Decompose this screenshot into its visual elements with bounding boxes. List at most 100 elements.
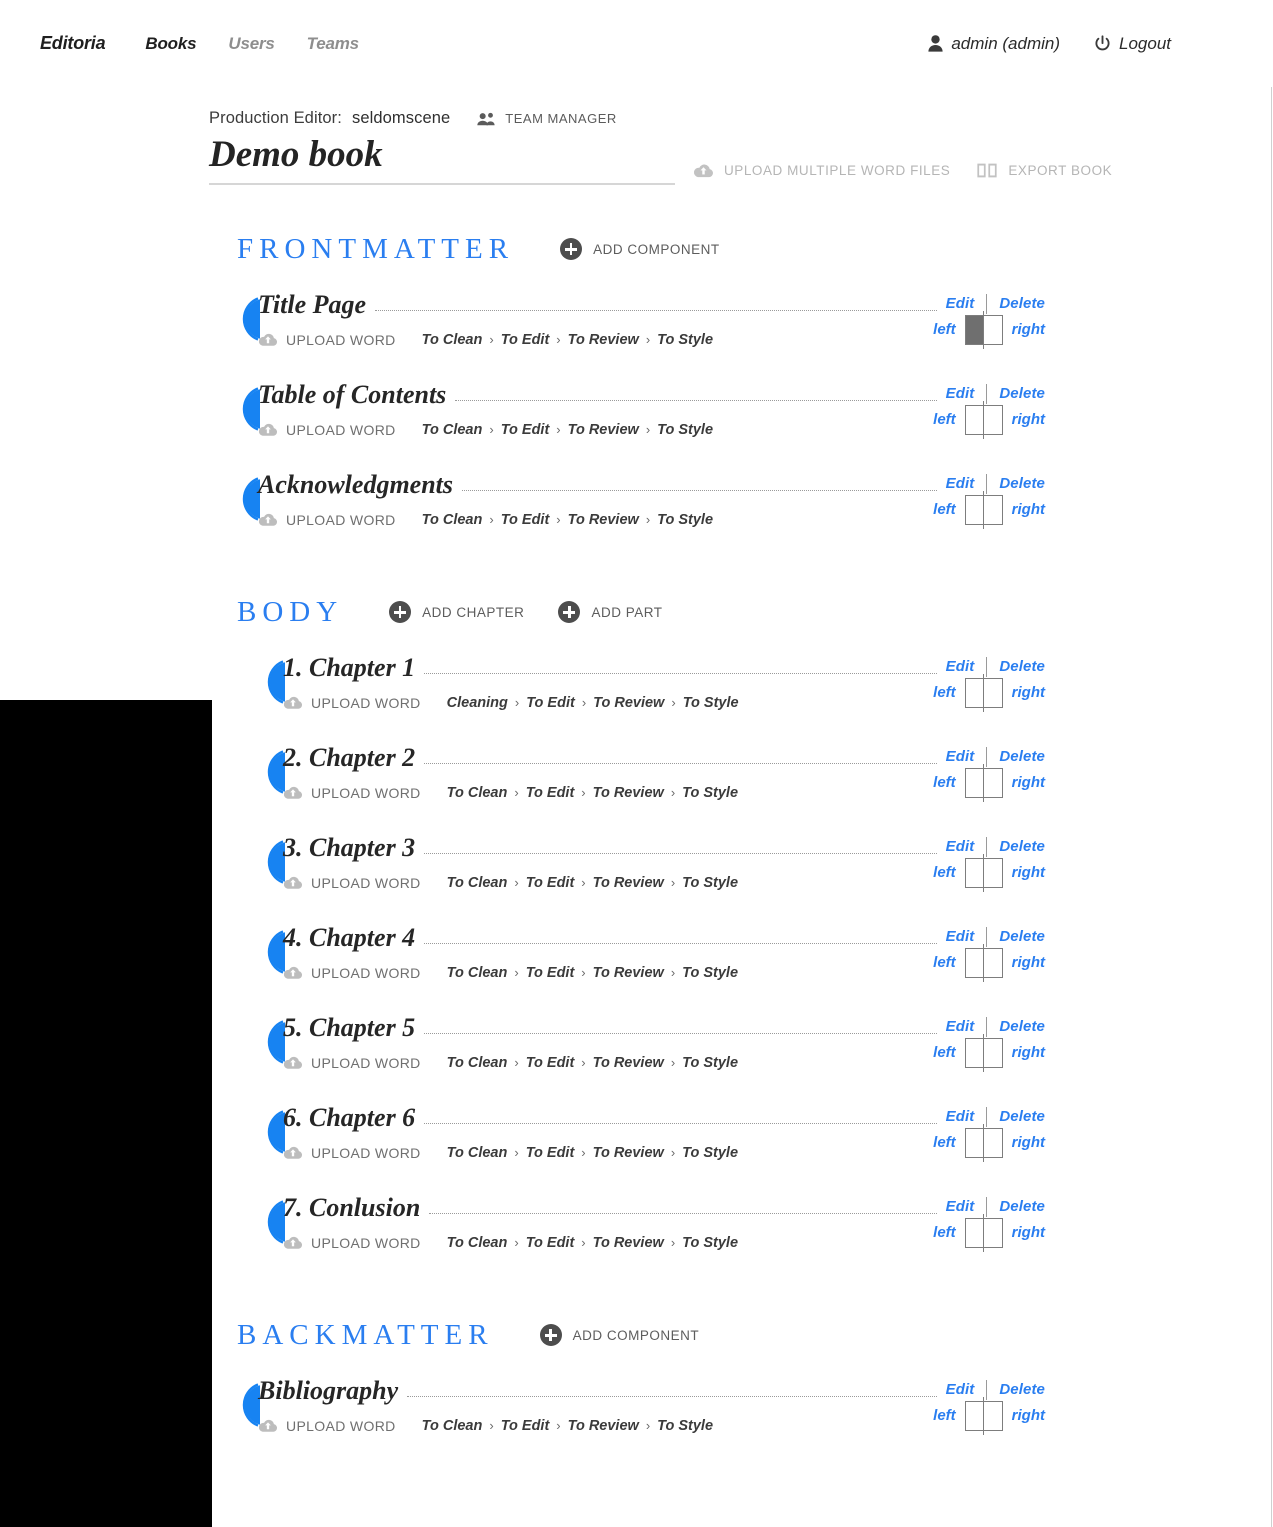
upload-word-button[interactable]: UPLOAD WORD	[283, 965, 421, 981]
upload-word-button[interactable]: UPLOAD WORD	[283, 875, 421, 891]
workflow-step[interactable]: To Clean	[422, 512, 483, 528]
alignment-toggle[interactable]	[964, 310, 1003, 349]
workflow-step[interactable]: To Review	[593, 965, 664, 981]
edit-link[interactable]: Edit	[946, 658, 975, 675]
upload-word-button[interactable]: UPLOAD WORD	[283, 1055, 421, 1071]
alignment-box-left[interactable]	[966, 769, 984, 797]
delete-link[interactable]: Delete	[999, 385, 1045, 402]
logout-button[interactable]: Logout	[1094, 34, 1171, 54]
align-left-label[interactable]: left	[933, 774, 956, 791]
alignment-box-right[interactable]	[984, 496, 1002, 524]
align-left-label[interactable]: left	[933, 321, 956, 338]
workflow-step[interactable]: To Edit	[501, 1418, 550, 1434]
align-right-label[interactable]: right	[1012, 411, 1045, 428]
workflow-step[interactable]: To Edit	[501, 332, 550, 348]
workflow-step[interactable]: To Review	[568, 332, 639, 348]
align-right-label[interactable]: right	[1012, 774, 1045, 791]
delete-link[interactable]: Delete	[999, 475, 1045, 492]
workflow-step[interactable]: To Review	[593, 1055, 664, 1071]
component-title[interactable]: 6. Chapter 6	[283, 1104, 415, 1131]
component-title[interactable]: Bibliography	[258, 1377, 398, 1404]
alignment-box-left[interactable]	[966, 1039, 984, 1067]
component-title[interactable]: 1. Chapter 1	[283, 654, 415, 681]
alignment-box-right[interactable]	[984, 316, 1002, 344]
delete-link[interactable]: Delete	[999, 748, 1045, 765]
workflow-step[interactable]: To Style	[682, 785, 738, 801]
workflow-step[interactable]: To Review	[593, 1145, 664, 1161]
edit-link[interactable]: Edit	[946, 475, 975, 492]
align-right-label[interactable]: right	[1012, 501, 1045, 518]
alignment-box-right[interactable]	[984, 1219, 1002, 1247]
workflow-step[interactable]: To Review	[568, 512, 639, 528]
align-right-label[interactable]: right	[1012, 1407, 1045, 1424]
alignment-box-right[interactable]	[984, 769, 1002, 797]
edit-link[interactable]: Edit	[946, 1018, 975, 1035]
delete-link[interactable]: Delete	[999, 928, 1045, 945]
workflow-step[interactable]: To Edit	[526, 785, 575, 801]
workflow-step[interactable]: To Clean	[447, 1235, 508, 1251]
workflow-step[interactable]: To Style	[657, 512, 713, 528]
workflow-step[interactable]: To Review	[568, 1418, 639, 1434]
workflow-step[interactable]: To Edit	[526, 1145, 575, 1161]
alignment-toggle[interactable]	[964, 853, 1003, 892]
workflow-step[interactable]: To Edit	[526, 965, 575, 981]
workflow-step[interactable]: To Review	[593, 695, 664, 711]
alignment-toggle[interactable]	[964, 943, 1003, 982]
workflow-step[interactable]: To Style	[682, 1145, 738, 1161]
workflow-step[interactable]: To Edit	[526, 1235, 575, 1251]
division-action-button[interactable]: ADD COMPONENT	[539, 1324, 700, 1347]
workflow-step[interactable]: To Clean	[447, 965, 508, 981]
workflow-step[interactable]: To Style	[682, 875, 738, 891]
align-right-label[interactable]: right	[1012, 954, 1045, 971]
align-right-label[interactable]: right	[1012, 864, 1045, 881]
division-action-button[interactable]: ADD CHAPTER	[389, 601, 524, 624]
component-title[interactable]: 3. Chapter 3	[283, 834, 415, 861]
align-right-label[interactable]: right	[1012, 1044, 1045, 1061]
upload-word-button[interactable]: UPLOAD WORD	[283, 695, 421, 711]
delete-link[interactable]: Delete	[999, 1198, 1045, 1215]
alignment-box-right[interactable]	[984, 949, 1002, 977]
upload-word-button[interactable]: UPLOAD WORD	[258, 422, 396, 438]
component-title[interactable]: Acknowledgments	[258, 471, 453, 498]
component-title[interactable]: 7. Conlusion	[283, 1194, 420, 1221]
component-title[interactable]: Table of Contents	[258, 381, 446, 408]
upload-word-button[interactable]: UPLOAD WORD	[258, 332, 396, 348]
alignment-box-right[interactable]	[984, 679, 1002, 707]
alignment-toggle[interactable]	[964, 763, 1003, 802]
workflow-step[interactable]: To Style	[682, 1055, 738, 1071]
brand-logo[interactable]: Editoria	[40, 33, 106, 54]
align-right-label[interactable]: right	[1012, 684, 1045, 701]
edit-link[interactable]: Edit	[946, 748, 975, 765]
workflow-step[interactable]: Cleaning	[447, 695, 508, 711]
workflow-step[interactable]: To Style	[657, 422, 713, 438]
align-left-label[interactable]: left	[933, 1224, 956, 1241]
alignment-box-left[interactable]	[966, 1219, 984, 1247]
workflow-step[interactable]: To Clean	[447, 875, 508, 891]
alignment-toggle[interactable]	[964, 1213, 1003, 1252]
alignment-box-left[interactable]	[966, 406, 984, 434]
alignment-box-right[interactable]	[984, 406, 1002, 434]
nav-item-books[interactable]: Books	[145, 34, 196, 54]
alignment-toggle[interactable]	[964, 673, 1003, 712]
workflow-step[interactable]: To Edit	[501, 422, 550, 438]
alignment-box-right[interactable]	[984, 859, 1002, 887]
delete-link[interactable]: Delete	[999, 1018, 1045, 1035]
edit-link[interactable]: Edit	[946, 838, 975, 855]
align-left-label[interactable]: left	[933, 1407, 956, 1424]
workflow-step[interactable]: To Clean	[447, 785, 508, 801]
workflow-step[interactable]: To Review	[593, 875, 664, 891]
team-manager-tag[interactable]: TEAM MANAGER	[476, 111, 616, 126]
workflow-step[interactable]: To Style	[657, 1418, 713, 1434]
nav-item-teams[interactable]: Teams	[307, 34, 359, 54]
delete-link[interactable]: Delete	[999, 838, 1045, 855]
workflow-step[interactable]: To Edit	[526, 1055, 575, 1071]
align-left-label[interactable]: left	[933, 684, 956, 701]
align-right-label[interactable]: right	[1012, 1224, 1045, 1241]
alignment-box-left[interactable]	[966, 859, 984, 887]
align-right-label[interactable]: right	[1012, 321, 1045, 338]
nav-item-users[interactable]: Users	[228, 34, 274, 54]
workflow-step[interactable]: To Clean	[422, 1418, 483, 1434]
delete-link[interactable]: Delete	[999, 658, 1045, 675]
alignment-toggle[interactable]	[964, 1396, 1003, 1435]
alignment-box-left[interactable]	[966, 1129, 984, 1157]
